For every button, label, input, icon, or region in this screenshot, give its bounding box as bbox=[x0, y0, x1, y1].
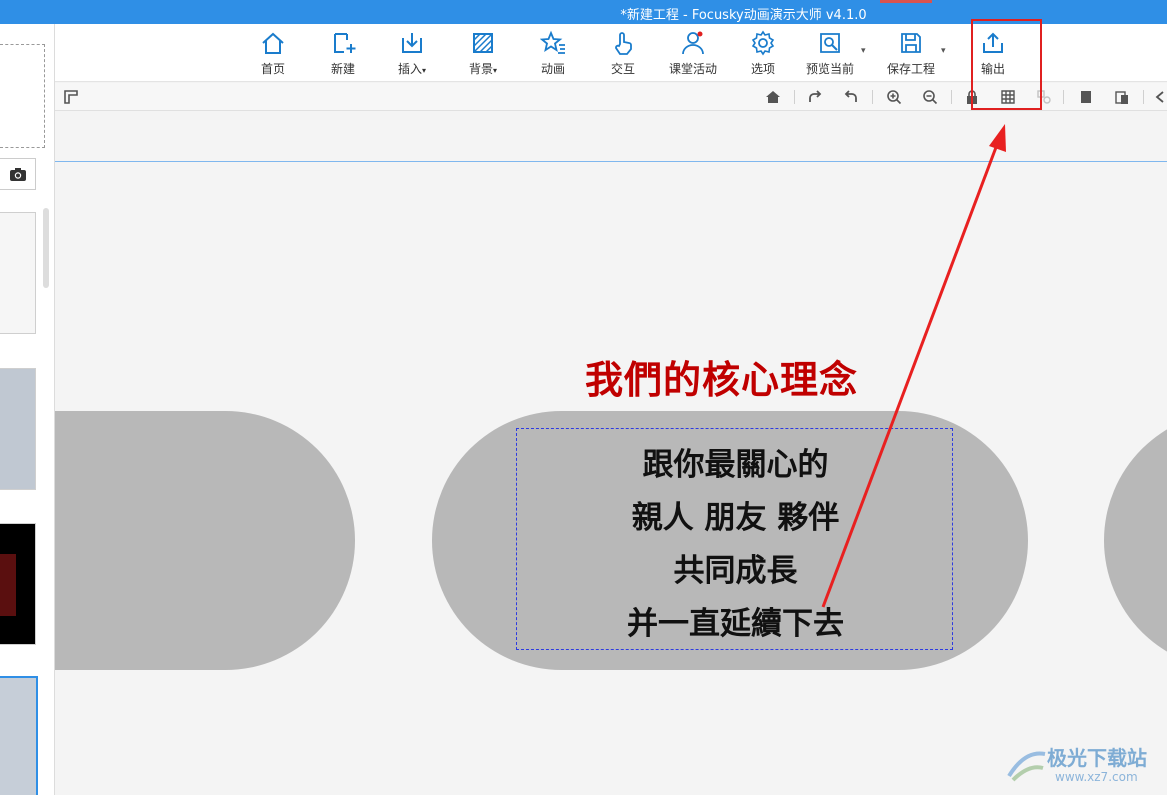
text-line-1: 跟你最關心的 bbox=[642, 447, 829, 483]
background-caret-icon: ▾ bbox=[493, 66, 498, 75]
toolbar-interaction-button[interactable]: 交互 bbox=[591, 30, 655, 78]
toolbar-settings-button[interactable]: 选项 bbox=[731, 30, 795, 78]
slide-thumbnail-4-selected[interactable] bbox=[0, 676, 38, 795]
ruler-icon[interactable] bbox=[63, 89, 79, 105]
divider bbox=[951, 90, 952, 104]
selected-text-box[interactable]: 跟你最關心的 親人 朋友 夥伴 共同成長 并一直延續下去 bbox=[516, 428, 953, 650]
toolbar-item-label: 选项 bbox=[750, 62, 775, 76]
settings-icon bbox=[751, 30, 775, 56]
export-highlight-box bbox=[971, 19, 1042, 110]
classroom-activity-icon bbox=[682, 31, 704, 55]
toolbar-classroom-activity-button[interactable]: 课堂活动 bbox=[661, 30, 725, 78]
camera-button[interactable] bbox=[0, 158, 36, 190]
shape-pill-right[interactable] bbox=[1104, 411, 1167, 670]
editing-canvas[interactable]: 我們的核心理念 跟你最關心的 親人 朋友 夥伴 共同成長 并一直延續下去 bbox=[55, 111, 1167, 795]
divider bbox=[872, 90, 873, 104]
slide-sidebar bbox=[0, 24, 55, 795]
background-icon bbox=[473, 33, 493, 53]
toolbar-item-label: 交互 bbox=[610, 62, 635, 76]
toolbar-insert-button[interactable]: 插入▾ bbox=[380, 30, 444, 78]
slide-thumbnail-placeholder[interactable] bbox=[0, 44, 45, 148]
toolbar-item-label: 保存工程 bbox=[886, 62, 935, 76]
toolbar-preview-button[interactable]: 预览当前 bbox=[798, 30, 862, 78]
divider bbox=[1143, 90, 1144, 104]
paste-icon[interactable] bbox=[1114, 89, 1130, 105]
text-line-2: 親人 朋友 夥伴 bbox=[631, 500, 840, 536]
toolbar-item-label: 背景▾ bbox=[468, 62, 498, 76]
slide-heading[interactable]: 我們的核心理念 bbox=[585, 349, 858, 404]
site-watermark: 极光下载站 www.xz7.com bbox=[1005, 742, 1165, 792]
insert-caret-icon: ▾ bbox=[422, 66, 427, 75]
toolbar-home-button[interactable]: 首页 bbox=[241, 30, 305, 78]
new-slide-icon bbox=[334, 33, 356, 53]
watermark-url: www.xz7.com bbox=[1055, 770, 1138, 784]
animation-icon bbox=[540, 30, 565, 54]
toolbar-save-button[interactable]: 保存工程 bbox=[879, 30, 943, 78]
save-dropdown-icon[interactable]: ▾ bbox=[941, 46, 946, 56]
insert-icon bbox=[402, 33, 422, 53]
shape-pill-left[interactable] bbox=[55, 411, 355, 670]
home-icon bbox=[262, 32, 284, 54]
home-view-icon[interactable] bbox=[765, 89, 781, 105]
slide-thumbnail-1[interactable] bbox=[0, 212, 36, 334]
close-button-edge[interactable] bbox=[880, 0, 932, 3]
toolbar-item-label: 首页 bbox=[260, 62, 285, 76]
toolbar-animation-button[interactable]: 动画 bbox=[521, 30, 585, 78]
watermark-name: 极光下载站 bbox=[1047, 746, 1147, 770]
text-line-4: 并一直延續下去 bbox=[627, 606, 844, 642]
divider bbox=[1063, 90, 1064, 104]
toolbar-item-label: 插入▾ bbox=[397, 62, 427, 76]
undo-icon[interactable] bbox=[843, 89, 859, 105]
redo-icon[interactable] bbox=[807, 89, 823, 105]
toolbar-item-label: 动画 bbox=[540, 62, 565, 76]
text-line-3: 共同成長 bbox=[673, 553, 798, 589]
zoom-in-icon[interactable] bbox=[886, 89, 902, 105]
interaction-icon bbox=[615, 32, 632, 55]
slide-thumbnail-3[interactable] bbox=[0, 523, 36, 645]
toolbar-item-label: 预览当前 bbox=[805, 62, 854, 76]
divider bbox=[794, 90, 795, 104]
toolbar-background-button[interactable]: 背景▾ bbox=[451, 30, 515, 78]
toolbar-new-button[interactable]: 新建 bbox=[311, 30, 375, 78]
save-icon bbox=[901, 33, 921, 53]
copy-icon[interactable] bbox=[1078, 89, 1094, 105]
toolbar-item-label: 新建 bbox=[330, 62, 355, 76]
zoom-out-icon[interactable] bbox=[922, 89, 938, 105]
preview-icon bbox=[820, 33, 840, 53]
sidebar-scrollbar[interactable] bbox=[43, 208, 49, 288]
slide-thumbnail-2[interactable] bbox=[0, 368, 36, 490]
watermark-logo-icon bbox=[1007, 751, 1046, 782]
preview-dropdown-icon[interactable]: ▾ bbox=[861, 46, 866, 56]
guide-line bbox=[55, 161, 1167, 162]
arrow-left-icon[interactable] bbox=[1153, 89, 1167, 105]
camera-icon bbox=[10, 168, 26, 181]
toolbar-item-label: 课堂活动 bbox=[668, 62, 717, 76]
